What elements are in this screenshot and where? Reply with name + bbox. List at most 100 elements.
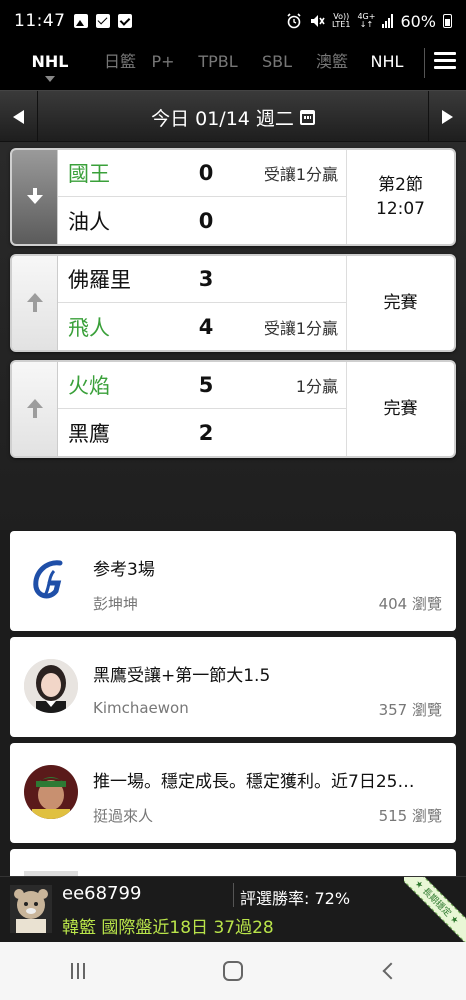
check-notification-icon — [117, 14, 132, 28]
bear-mascot-icon — [10, 885, 52, 933]
post-views: 357 瀏覽 — [378, 701, 442, 719]
game-status: 完賽 — [346, 256, 454, 350]
avatar — [24, 553, 78, 607]
recent-apps-button[interactable] — [48, 951, 108, 991]
calendar-icon — [299, 109, 315, 125]
league-tab-bar: NHL 日籃 P+ TPBL SBL 澳籃 NHL — [0, 42, 466, 90]
next-day-button[interactable] — [428, 91, 466, 143]
game-clock: 12:07 — [376, 199, 425, 219]
tipster-win-rate: 評選勝率: 72% — [240, 889, 351, 908]
battery-percent: 60% — [400, 11, 436, 31]
system-nav-bar — [0, 942, 466, 1000]
post-title: 黑鷹受讓+第一節大1.5 — [93, 666, 271, 686]
user-photo-icon — [24, 765, 78, 819]
post-author: 挺過來人 — [93, 807, 154, 825]
arrow-up-icon — [25, 399, 45, 419]
tipster-username: ee68799 — [62, 883, 142, 904]
chevron-down-icon — [45, 76, 55, 82]
tab-nhl[interactable]: NHL — [0, 42, 100, 90]
game-card[interactable]: 國王 0 受讓1分贏 油人 0 第2節 12:07 — [10, 148, 456, 246]
trend-indicator — [12, 150, 58, 244]
post-views: 515 瀏覽 — [378, 807, 442, 825]
arrow-left-icon — [13, 110, 24, 124]
game-team-row: 飛人 4 受讓1分贏 — [58, 303, 346, 350]
previous-day-button[interactable] — [0, 91, 38, 143]
home-icon — [222, 961, 243, 981]
gallery-notification-icon — [73, 14, 88, 28]
battery-icon — [443, 14, 452, 28]
post-views: 404 瀏覽 — [378, 595, 442, 613]
date-picker[interactable]: 今日 01/14 週二 — [38, 91, 428, 143]
team-score: 2 — [198, 420, 214, 445]
featured-tipster-bar[interactable]: ee68799 評選勝率: 72% 韓籃 國際盤近18日 37過28 ★ 長期穩… — [0, 876, 466, 943]
team-name: 飛人 — [68, 315, 110, 340]
post-card[interactable] — [10, 849, 456, 876]
alarm-icon — [287, 13, 301, 29]
back-button[interactable] — [358, 951, 418, 991]
avatar — [24, 659, 78, 713]
game-period: 第2節 — [378, 175, 423, 195]
trend-indicator — [12, 256, 58, 350]
game-team-row: 黑鷹 2 — [58, 409, 346, 456]
signal-icon — [382, 14, 394, 28]
tipster-record: 韓籃 國際盤近18日 37過28 — [62, 918, 274, 938]
game-card[interactable]: 火焰 5 1分贏 黑鷹 2 完賽 — [10, 360, 456, 458]
post-title: 推一場。穩定成長。穩定獲利。近7日25… — [93, 772, 415, 792]
handicap-note: 1分贏 — [295, 377, 338, 396]
game-period: 完賽 — [383, 399, 418, 419]
divider — [233, 883, 234, 907]
home-button[interactable] — [203, 951, 263, 991]
recent-apps-icon — [70, 963, 85, 979]
team-score: 3 — [198, 267, 214, 291]
team-score: 4 — [198, 314, 214, 339]
tab-au-basketball[interactable]: 澳籃 — [304, 42, 360, 90]
avatar — [10, 885, 52, 933]
tab-divider — [424, 48, 425, 78]
post-card[interactable]: 黑鷹受讓+第一節大1.5 Kimchaewon 357 瀏覽 — [10, 637, 456, 737]
ribbon-label: ★ 長期穩定 ★ — [404, 877, 466, 943]
trend-indicator — [12, 362, 58, 456]
menu-icon[interactable] — [434, 52, 456, 72]
tab-nhl-2[interactable]: NHL — [360, 42, 414, 90]
network-4g-icon: 4G+ ↓↑ — [357, 12, 376, 29]
team-name: 黑鷹 — [68, 421, 110, 446]
tab-p-plus[interactable]: P+ — [140, 42, 186, 90]
avatar — [24, 765, 78, 819]
arrow-down-icon — [25, 187, 45, 207]
game-team-row: 國王 0 受讓1分贏 — [58, 150, 346, 197]
post-card[interactable]: 推一場。穩定成長。穩定獲利。近7日25… 挺過來人 515 瀏覽 — [10, 743, 456, 843]
volte-icon: Vo)) LTE1 — [332, 12, 351, 29]
stable-badge: ★ 長期穩定 ★ — [404, 877, 466, 943]
game-status: 完賽 — [346, 362, 454, 456]
back-icon — [382, 962, 400, 980]
tab-tpbl[interactable]: TPBL — [186, 42, 250, 90]
handicap-note: 受讓1分贏 — [263, 165, 338, 184]
g-logo-icon — [33, 560, 63, 599]
game-team-row: 火焰 5 1分贏 — [58, 362, 346, 409]
team-name: 國王 — [68, 162, 110, 186]
game-team-row: 油人 0 — [58, 197, 346, 244]
tab-sbl[interactable]: SBL — [250, 42, 304, 90]
arrow-right-icon — [442, 110, 453, 124]
mute-icon — [311, 15, 325, 27]
mail-notification-icon — [95, 14, 110, 28]
team-score: 5 — [198, 373, 214, 397]
game-status: 第2節 12:07 — [346, 150, 454, 244]
date-bar: 今日 01/14 週二 — [0, 90, 466, 143]
post-card[interactable]: 参考3場 彭坤坤 404 瀏覽 — [10, 531, 456, 631]
game-period: 完賽 — [383, 293, 418, 313]
games-list: 國王 0 受讓1分贏 油人 0 第2節 12:07 佛羅里 3 飛人 4 受讓1… — [0, 142, 466, 530]
team-name: 油人 — [68, 209, 110, 234]
handicap-note: 受讓1分贏 — [263, 318, 338, 338]
game-card[interactable]: 佛羅里 3 飛人 4 受讓1分贏 完賽 — [10, 254, 456, 352]
status-bar: 11:47 Vo)) LTE1 4G+ ↓↑ 60% — [0, 0, 466, 42]
tab-jp-basketball[interactable]: 日籃 — [100, 42, 140, 90]
user-photo-icon — [24, 659, 78, 713]
game-team-row: 佛羅里 3 — [58, 256, 346, 303]
post-author: Kimchaewon — [93, 699, 189, 717]
team-name: 佛羅里 — [68, 268, 131, 292]
team-score: 0 — [198, 161, 214, 185]
team-score: 0 — [198, 208, 214, 233]
status-time: 11:47 — [14, 11, 66, 31]
post-title: 参考3場 — [93, 560, 155, 580]
